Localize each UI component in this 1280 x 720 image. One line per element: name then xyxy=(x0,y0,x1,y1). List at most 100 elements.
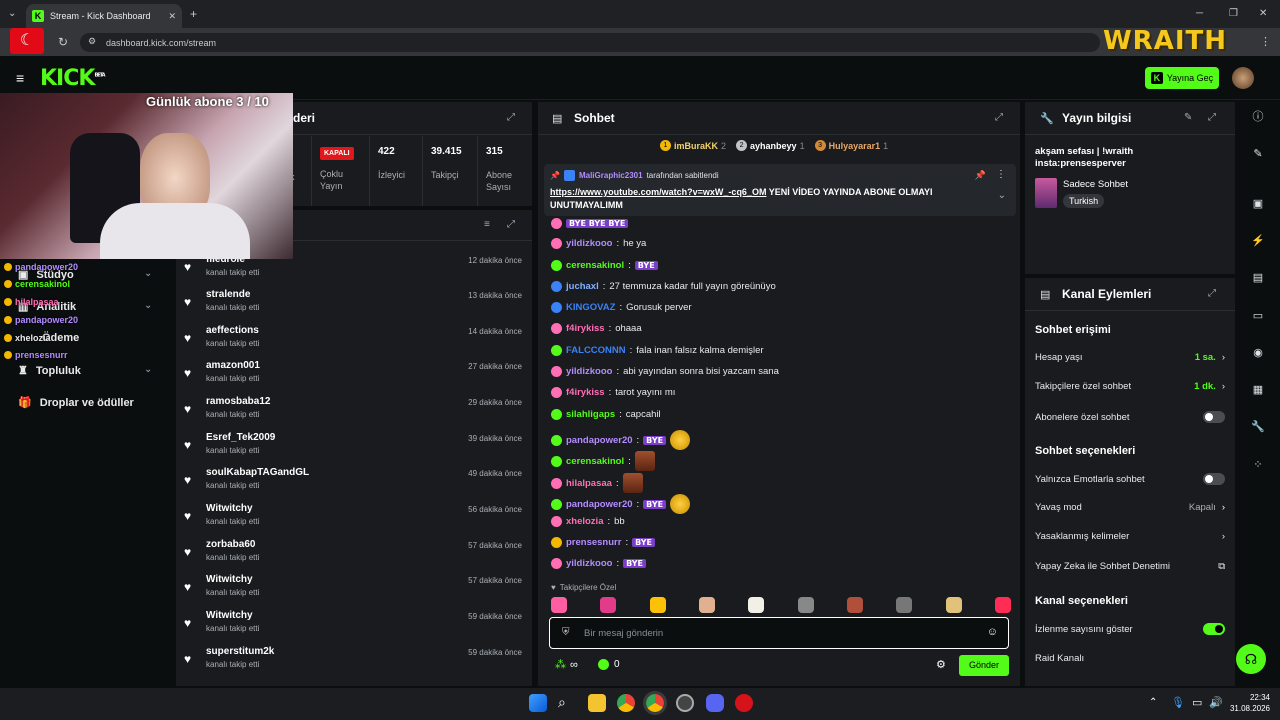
new-tab-icon[interactable]: + xyxy=(190,7,197,21)
tray-chevron-icon[interactable]: ⌃ xyxy=(1149,697,1157,708)
chat-username[interactable]: xhelozia xyxy=(566,516,604,527)
volume-icon[interactable]: 🔊 xyxy=(1209,696,1223,709)
support-headset-icon[interactable]: ☊ xyxy=(1236,644,1266,674)
row-slow-mode[interactable]: Yavaş mod Kapalı › xyxy=(1035,502,1225,513)
chrome-icon[interactable] xyxy=(617,694,635,712)
chat-username[interactable]: yildizkooo xyxy=(566,366,612,377)
chat-username[interactable]: pandapower20 xyxy=(566,435,633,446)
avatar[interactable] xyxy=(1232,67,1254,89)
category-name[interactable]: Sadece Sohbet xyxy=(1063,179,1128,190)
emote-icon[interactable] xyxy=(600,597,617,613)
expand-icon[interactable]: ⤢ xyxy=(1208,288,1216,299)
chat-username[interactable]: f4irykiss xyxy=(566,323,605,334)
tab-search-icon[interactable]: ⌄ xyxy=(8,8,16,19)
chat-bubble-icon[interactable]: ▭ xyxy=(1250,308,1266,324)
chrome-active-icon[interactable] xyxy=(643,691,667,715)
chevron-down-icon[interactable]: ⌄ xyxy=(998,190,1006,201)
chat-points-infinity[interactable]: ⁂ ∞ xyxy=(555,658,578,672)
chat-username[interactable]: hilalpasaa xyxy=(566,478,612,489)
expand-icon[interactable]: ⤢ xyxy=(995,112,1003,123)
follower-name[interactable]: stralende xyxy=(206,289,250,300)
chat-username[interactable]: cerensakinol xyxy=(566,456,624,467)
hamburger-menu-icon[interactable]: ≡ xyxy=(16,70,24,86)
browser-tab[interactable]: K Stream - Kick Dashboard ✕ xyxy=(26,4,182,28)
emote-only-toggle[interactable] xyxy=(1203,473,1225,485)
row-followers-only-chat[interactable]: Takipçilere özel sohbet 1 dk. › xyxy=(1035,381,1225,392)
emote-icon[interactable] xyxy=(797,597,814,613)
chat-username[interactable]: yildizkooo xyxy=(566,238,612,249)
chat-username[interactable]: cerensakinol xyxy=(566,260,624,271)
emote-icon[interactable] xyxy=(896,597,913,613)
record-icon[interactable]: ◉ xyxy=(1250,345,1266,361)
info-icon[interactable]: ⓘ xyxy=(1250,109,1266,125)
chevron-down-icon[interactable]: ⌄ xyxy=(144,268,152,279)
search-icon[interactable]: ⌕ xyxy=(558,694,566,711)
chat-username[interactable]: prensesnurr xyxy=(566,537,621,548)
subscribers-only-toggle[interactable] xyxy=(1203,411,1225,423)
emote-icon[interactable] xyxy=(698,597,715,613)
row-ai-moderation[interactable]: Yapay Zeka ile Sohbet Denetimi ⧉ xyxy=(1035,561,1225,572)
follower-name[interactable]: Witwitchy xyxy=(206,574,253,585)
emote-icon[interactable] xyxy=(748,597,765,613)
follower-name[interactable]: zorbaba60 xyxy=(206,539,255,550)
monitor-icon[interactable]: ▭ xyxy=(1192,696,1202,709)
browser-menu-icon[interactable]: ⋮ xyxy=(1260,35,1271,48)
video-icon[interactable]: ▣ xyxy=(1250,196,1266,212)
expand-icon[interactable]: ⤢ xyxy=(507,112,515,123)
emote-icon[interactable] xyxy=(846,597,863,613)
follower-name[interactable]: aeffections xyxy=(206,325,259,336)
emoji-icon[interactable]: ☺ xyxy=(987,626,998,638)
gifter-3[interactable]: 3 Hulyayarar1 1 xyxy=(814,140,888,151)
row-banned-words[interactable]: Yasaklanmış kelimeler › xyxy=(1035,531,1225,542)
lightning-icon[interactable]: ⚡ xyxy=(1250,233,1266,249)
chat-username[interactable]: FALCCONNN xyxy=(566,345,626,356)
close-window-icon[interactable]: ✕ xyxy=(1259,8,1267,19)
row-account-age[interactable]: Hesap yaşı 1 sa. › xyxy=(1035,352,1225,363)
follower-name[interactable]: ramosbaba12 xyxy=(206,396,270,407)
chat-username[interactable]: f4irykiss xyxy=(566,387,605,398)
chat-username[interactable]: silahligaps xyxy=(566,409,615,420)
chat-username[interactable]: KINGOVAZ xyxy=(566,302,615,313)
chevron-down-icon[interactable]: ⌄ xyxy=(144,300,152,311)
minimize-icon[interactable]: ─ xyxy=(1196,8,1203,19)
emote-icon[interactable] xyxy=(551,597,567,613)
follower-name[interactable]: superstitum2k xyxy=(206,646,274,657)
follower-name[interactable]: amazon001 xyxy=(206,360,260,371)
chat-username[interactable]: yildizkooo xyxy=(566,558,612,569)
obs-icon[interactable] xyxy=(676,694,694,712)
chat-input[interactable]: ⛨ Bir mesaj gönderin ☺ xyxy=(549,617,1009,649)
follower-name[interactable]: Esref_Tek2009 xyxy=(206,432,275,443)
discord-icon[interactable] xyxy=(706,694,724,712)
more-options-icon[interactable]: ⋮ xyxy=(996,169,1006,180)
settings-gear-icon[interactable]: ⚙ xyxy=(936,658,946,671)
expand-icon[interactable]: ⤢ xyxy=(1208,112,1216,123)
address-bar[interactable]: dashboard.kick.com/stream xyxy=(80,33,1100,52)
file-explorer-icon[interactable] xyxy=(588,694,606,712)
site-info-icon[interactable]: ⚙ xyxy=(88,36,96,47)
taskbar-clock[interactable]: 22:34 31.08.2026 xyxy=(1228,692,1270,714)
nav-item-drops[interactable]: 🎁 Droplar ve ödüller xyxy=(18,396,134,410)
send-button[interactable]: Gönder xyxy=(959,655,1009,676)
channel-points[interactable]: 0 xyxy=(598,659,620,670)
chevron-down-icon[interactable]: ⌄ xyxy=(144,364,152,375)
kick-logo[interactable]: KICKBETA xyxy=(40,66,106,91)
apps-icon[interactable]: ⁘ xyxy=(1250,457,1266,473)
unpin-icon[interactable]: 📌 xyxy=(975,170,986,181)
filter-icon[interactable]: ≡ xyxy=(484,219,490,230)
close-tab-icon[interactable]: ✕ xyxy=(168,11,176,22)
mic-icon[interactable]: 🎙 xyxy=(1171,696,1185,709)
app-red-icon[interactable] xyxy=(735,694,753,712)
follower-name[interactable]: soulKabapTAGandGL xyxy=(206,467,309,478)
expand-icon[interactable]: ⤢ xyxy=(507,219,515,230)
follower-name[interactable]: Witwitchy xyxy=(206,503,253,514)
go-live-button[interactable]: K Yayına Geç xyxy=(1145,67,1219,89)
row-raid-channel[interactable]: Raid Kanalı xyxy=(1035,653,1225,664)
follower-name[interactable]: Witwitchy xyxy=(206,610,253,621)
wrench-icon[interactable]: 🔧 xyxy=(1250,419,1266,435)
list-icon[interactable]: ▤ xyxy=(1250,270,1266,286)
edit-icon[interactable]: ✎ xyxy=(1250,146,1266,162)
emote-icon[interactable] xyxy=(649,597,666,613)
chat-username[interactable]: juchaxl xyxy=(566,281,599,292)
emote-icon[interactable] xyxy=(945,597,962,613)
pinned-link[interactable]: https://www.youtube.com/watch?v=wxW_-cq6… xyxy=(550,187,766,197)
